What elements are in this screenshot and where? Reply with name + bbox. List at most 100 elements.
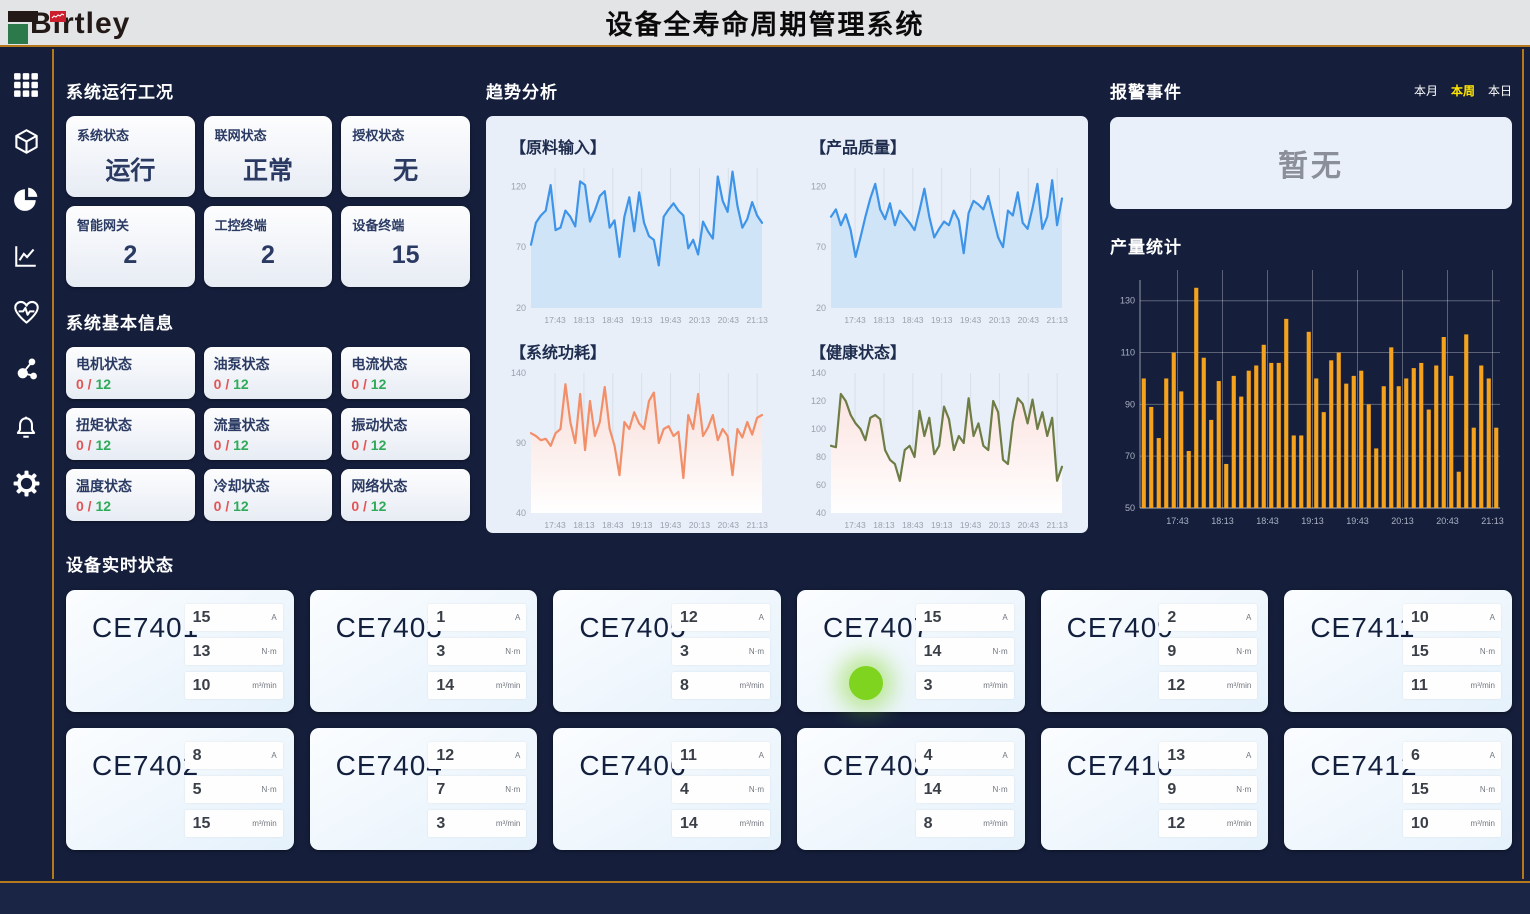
line-chart-icon[interactable] [13, 242, 40, 269]
status-card[interactable]: 授权状态无 [341, 116, 470, 197]
info-card-label: 流量状态 [214, 415, 323, 435]
svg-text:80: 80 [816, 452, 826, 462]
device-name: CE7401 [92, 612, 199, 644]
device-metric-value: 12 [1159, 677, 1185, 695]
svg-text:18:13: 18:13 [573, 315, 595, 325]
device-metric-value: 15 [185, 609, 211, 627]
alarm-tab[interactable]: 本日 [1488, 82, 1512, 99]
device-metric-row: 7N·m [428, 776, 526, 803]
svg-text:17:43: 17:43 [544, 520, 566, 530]
device-card[interactable]: CE740512A3N·m8m³/min [553, 590, 781, 712]
device-metric-unit: A [1490, 613, 1501, 622]
device-card[interactable]: CE74126A15N·m10m³/min [1284, 728, 1512, 850]
device-metric-unit: m³/min [496, 681, 526, 690]
section-title-system-status: 系统运行工况 [66, 78, 470, 103]
molecule-icon[interactable] [13, 356, 40, 383]
device-metric-value: 15 [1403, 643, 1429, 661]
device-card[interactable]: CE741013A9N·m12m³/min [1041, 728, 1269, 850]
gear-icon[interactable] [13, 470, 40, 497]
device-card[interactable]: CE74031A3N·m14m³/min [310, 590, 538, 712]
info-card-label: 振动状态 [351, 415, 460, 435]
svg-text:21:13: 21:13 [1481, 516, 1504, 526]
svg-text:19:13: 19:13 [1301, 516, 1324, 526]
pie-icon[interactable] [13, 185, 40, 212]
svg-text:21:13: 21:13 [1047, 520, 1069, 530]
status-card[interactable]: 设备终端15 [341, 206, 470, 287]
device-metric-unit: A [1246, 751, 1257, 760]
status-card-label: 联网状态 [215, 125, 322, 144]
info-card[interactable]: 流量状态 0 / 12 [204, 408, 333, 460]
device-metric-unit: N·m [749, 785, 770, 794]
device-card[interactable]: CE74084A14N·m8m³/min [797, 728, 1025, 850]
svg-text:120: 120 [811, 396, 826, 406]
status-card[interactable]: 联网状态正常 [204, 116, 333, 197]
alarm-tab[interactable]: 本月 [1414, 82, 1438, 99]
device-card[interactable]: CE740611A4N·m14m³/min [553, 728, 781, 850]
device-metric-row: 8m³/min [672, 672, 770, 699]
device-metrics: 11A4N·m14m³/min [672, 742, 770, 844]
grid-icon[interactable] [13, 71, 40, 98]
status-card[interactable]: 系统状态运行 [66, 116, 195, 197]
info-card[interactable]: 电流状态0 / 12 [341, 347, 470, 399]
device-metric-row: 14N·m [916, 638, 1014, 665]
device-card[interactable]: CE741110A15N·m11m³/min [1284, 590, 1512, 712]
alarm-empty-text: 暂无 [1278, 141, 1344, 185]
bell-icon[interactable] [13, 413, 40, 440]
device-card[interactable]: CE740115A13N·m10m³/min [66, 590, 294, 712]
device-card[interactable]: CE74092A9N·m12m³/min [1041, 590, 1269, 712]
heart-pulse-icon[interactable] [13, 299, 40, 326]
trend-chart-title: 【原料输入】 [510, 134, 770, 158]
info-card[interactable]: 扭矩状态0 / 12 [66, 408, 195, 460]
alarm-tab[interactable]: 本周 [1451, 82, 1475, 99]
info-card[interactable]: 振动状态0 / 12 [341, 408, 470, 460]
device-metric-unit: m³/min [983, 681, 1013, 690]
info-card-count: 0 / 12 [214, 437, 323, 453]
device-metrics: 10A15N·m11m³/min [1403, 604, 1501, 706]
device-card[interactable]: CE74028A5N·m15m³/min [66, 728, 294, 850]
svg-text:40: 40 [816, 508, 826, 518]
device-metric-value: 15 [185, 815, 211, 833]
device-metric-row: 3m³/min [428, 810, 526, 837]
info-card[interactable]: 冷却状态0 / 12 [204, 469, 333, 521]
device-metric-row: 3N·m [672, 638, 770, 665]
info-card[interactable]: 温度状态0 / 12 [66, 469, 195, 521]
device-card[interactable]: CE740715A14N·m3m³/min [797, 590, 1025, 712]
svg-text:19:13: 19:13 [931, 520, 953, 530]
device-name: CE7404 [336, 750, 443, 782]
cube-icon[interactable] [13, 128, 40, 155]
device-metric-row: 6A [1403, 742, 1501, 769]
device-metric-row: 10A [1403, 604, 1501, 631]
device-metric-row: 13N·m [185, 638, 283, 665]
svg-text:20:13: 20:13 [1391, 516, 1414, 526]
info-card[interactable]: 油泵状态0 / 12 [204, 347, 333, 399]
info-card-label: 冷却状态 [214, 476, 323, 496]
alarm-empty-card: 暂无 [1110, 117, 1512, 209]
info-card-count: 0 / 12 [76, 437, 185, 453]
svg-text:17:43: 17:43 [544, 315, 566, 325]
svg-text:18:13: 18:13 [573, 520, 595, 530]
svg-text:20:43: 20:43 [718, 520, 740, 530]
device-metric-value: 14 [428, 677, 454, 695]
svg-text:18:43: 18:43 [902, 315, 924, 325]
status-card-label: 工控终端 [215, 215, 322, 234]
device-metric-unit: A [1002, 613, 1013, 622]
device-metric-value: 12 [672, 609, 698, 627]
device-metric-row: 8A [185, 742, 283, 769]
device-metric-value: 8 [916, 815, 933, 833]
svg-text:17:43: 17:43 [1166, 516, 1189, 526]
status-card[interactable]: 工控终端2 [204, 206, 333, 287]
alarm-tabs: 本月本周本日 [1414, 82, 1512, 99]
info-card[interactable]: 网络状态0 / 12 [341, 469, 470, 521]
svg-text:140: 140 [511, 368, 526, 378]
device-card[interactable]: CE740412A7N·m3m³/min [310, 728, 538, 850]
info-card-count: 0 / 12 [351, 498, 460, 514]
device-name: CE7406 [579, 750, 686, 782]
device-metric-unit: N·m [993, 785, 1014, 794]
status-card[interactable]: 智能网关2 [66, 206, 195, 287]
info-card[interactable]: 电机状态0 / 12 [66, 347, 195, 399]
device-metric-row: 1A [428, 604, 526, 631]
svg-text:19:43: 19:43 [660, 520, 682, 530]
svg-text:20:43: 20:43 [718, 315, 740, 325]
device-metric-unit: m³/min [740, 819, 770, 828]
status-card-value: 无 [352, 151, 459, 187]
